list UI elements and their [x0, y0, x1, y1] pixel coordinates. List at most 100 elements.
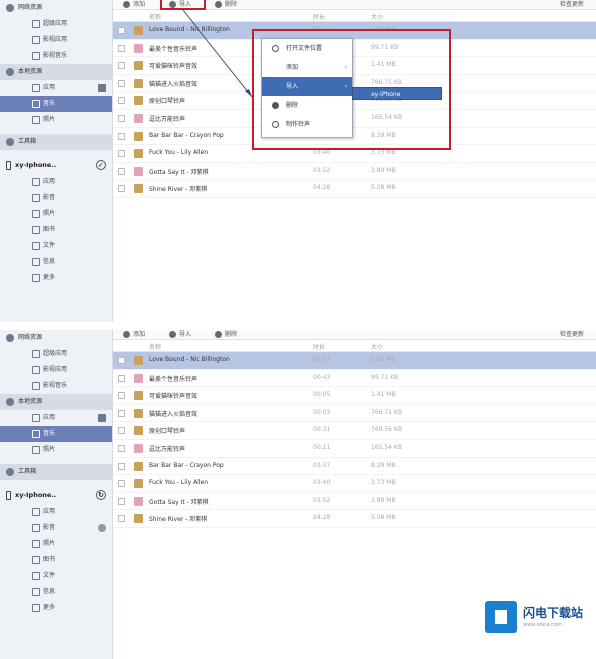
col-size[interactable]: 大小 [371, 342, 383, 351]
song-list: Love Bound - Nic Billington 03:01 2.88 MB 最… [113, 352, 596, 528]
row-checkbox[interactable] [118, 462, 125, 470]
sidebar-item-super-apps[interactable]: 超级应用 [0, 346, 112, 362]
song-title: Gotta Say It - 邓紫棋 [149, 498, 209, 506]
sidebar-toolbox[interactable]: 工具箱 [0, 464, 112, 480]
song-row[interactable]: Fuck You - Lily Allen 03:40 3.73 MB [113, 475, 596, 493]
music-file-icon [134, 496, 143, 506]
sidebar-item-local-music[interactable]: 音乐 [0, 426, 112, 442]
device-item-messages[interactable]: 信息 [0, 584, 112, 600]
row-checkbox[interactable] [118, 392, 125, 400]
song-title: Shine River - 邓紫棋 [149, 516, 208, 524]
watermark-url: www.sdxia.com [523, 622, 562, 628]
device-item-more[interactable]: 更多 [0, 600, 112, 616]
song-title: 最美个性音乐铃声 [149, 375, 198, 383]
sidebar-group-local[interactable]: 本地资源 [0, 394, 112, 410]
music-file-icon [134, 514, 143, 524]
device-item-apps[interactable]: 应用 [0, 504, 112, 520]
row-checkbox[interactable] [118, 357, 125, 364]
device-item-files[interactable]: 文件 [0, 568, 112, 584]
col-name[interactable]: 名称 [149, 342, 161, 351]
song-title: 原创口琴铃声 [149, 428, 186, 436]
delete-icon [215, 331, 222, 338]
book-icon [32, 556, 40, 564]
music-icon [32, 382, 40, 390]
song-row[interactable]: 猫猫进入火焰音效 00:03 766.71 KB [113, 405, 596, 423]
menu-add[interactable]: 添加 › [262, 58, 352, 77]
music-file-icon [134, 426, 143, 436]
app-icon [32, 414, 40, 422]
sidebar-item-video-music[interactable]: 影视音乐 [0, 378, 112, 394]
song-row[interactable]: 原创口琴铃声 00:31 769.56 KB [113, 422, 596, 440]
device-item-photos[interactable]: 照片 [0, 536, 112, 552]
song-title: Love Bound - Nic Billington [149, 356, 230, 363]
menu-import[interactable]: 导入 › [262, 77, 352, 96]
device-item-media[interactable]: 影音 [0, 520, 112, 536]
add-icon [123, 331, 130, 338]
sidebar-item-local-photos[interactable]: 照片 [0, 442, 112, 458]
delete-button[interactable]: 删除 [215, 330, 237, 340]
loading-icon [98, 524, 106, 532]
row-checkbox[interactable] [118, 497, 125, 505]
menu-delete[interactable]: 删除 [262, 96, 352, 115]
song-duration: 00:31 [313, 426, 331, 434]
col-duration[interactable]: 时长 [313, 342, 325, 351]
row-checkbox[interactable] [118, 444, 125, 452]
row-checkbox[interactable] [118, 427, 125, 435]
song-duration: 00:43 [313, 373, 331, 381]
import-button[interactable]: 导入 [169, 330, 191, 340]
photo-icon [32, 540, 40, 548]
music-icon [32, 430, 40, 438]
local-icon [6, 397, 14, 406]
screenshot-panel-top: 网络资源 超级应用 影视应用 影视音乐 本地资源 应用 音乐 照片 工具箱 xy… [0, 0, 596, 322]
row-checkbox[interactable] [118, 480, 125, 488]
row-checkbox[interactable] [118, 515, 125, 523]
song-row[interactable]: Bar Bar Bar - Crayon Pop 03:37 8.29 MB [113, 458, 596, 476]
sidebar: 网络资源 超级应用 影视应用 影视音乐 本地资源 应用 音乐 照片 工具箱 xy… [0, 330, 113, 659]
song-row[interactable]: 可爱猫咪铃声音效 00:05 1.41 MB [113, 387, 596, 405]
song-duration: 00:03 [313, 408, 331, 416]
screenshot-panel-bottom: 网络资源 超级应用 影视应用 影视音乐 本地资源 应用 音乐 照片 工具箱 xy… [0, 330, 596, 659]
network-icon [6, 333, 14, 342]
song-row[interactable]: Shine River - 邓紫棋 04:28 5.08 MB [113, 510, 596, 528]
phone-icon [6, 490, 11, 500]
check-update-button[interactable]: 检查更新 [560, 330, 584, 340]
song-size: 766.71 KB [371, 408, 402, 416]
device-item-books[interactable]: 图书 [0, 552, 112, 568]
add-button[interactable]: 添加 [123, 330, 145, 340]
context-menu: 打开文件位置 添加 › 导入 › 删除 制作铃声 [261, 38, 353, 138]
song-size: 99.71 KB [371, 373, 399, 381]
app-icon [32, 508, 40, 516]
song-size: 5.08 MB [371, 514, 396, 522]
column-header: 名称 时长 大小 [113, 340, 596, 352]
delete-icon [272, 102, 279, 109]
music-file-icon [134, 443, 143, 453]
song-title: Bar Bar Bar - Crayon Pop [149, 461, 224, 469]
submenu-device[interactable]: xy-iPhone [352, 87, 442, 100]
sidebar-item-local-apps[interactable]: 应用 [0, 410, 112, 426]
song-row[interactable]: 最美个性音乐铃声 00:43 99.71 KB [113, 370, 596, 388]
import-icon [169, 331, 176, 338]
device-row[interactable]: xy-Iphone.. ↻ [0, 486, 112, 504]
music-file-icon [134, 356, 143, 365]
song-title: 逗比万能铃声 [149, 445, 186, 453]
song-row[interactable]: Love Bound - Nic Billington 03:01 2.88 MB [113, 352, 596, 370]
menu-make-ringtone[interactable]: 制作铃声 [262, 115, 352, 134]
app-icon [32, 350, 40, 358]
music-file-icon [134, 408, 143, 418]
toolbar: 添加 导入 删除 检查更新 [113, 330, 596, 340]
folder-icon [272, 45, 279, 52]
music-file-icon [134, 373, 143, 383]
row-checkbox[interactable] [118, 374, 125, 382]
song-duration: 03:40 [313, 479, 331, 487]
menu-open-location[interactable]: 打开文件位置 [262, 39, 352, 58]
song-size: 3.89 MB [371, 496, 396, 504]
row-checkbox[interactable] [118, 409, 125, 417]
music-file-icon [134, 391, 143, 401]
song-row[interactable]: 逗比万能铃声 00:11 165.54 KB [113, 440, 596, 458]
sidebar-group-network[interactable]: 网络资源 [0, 330, 112, 346]
sidebar-item-video-apps[interactable]: 影视应用 [0, 362, 112, 378]
photo-icon [32, 446, 40, 454]
grid-icon[interactable] [98, 414, 106, 422]
file-icon [32, 572, 40, 580]
song-row[interactable]: Gotta Say It - 邓紫棋 03:52 3.89 MB [113, 493, 596, 511]
